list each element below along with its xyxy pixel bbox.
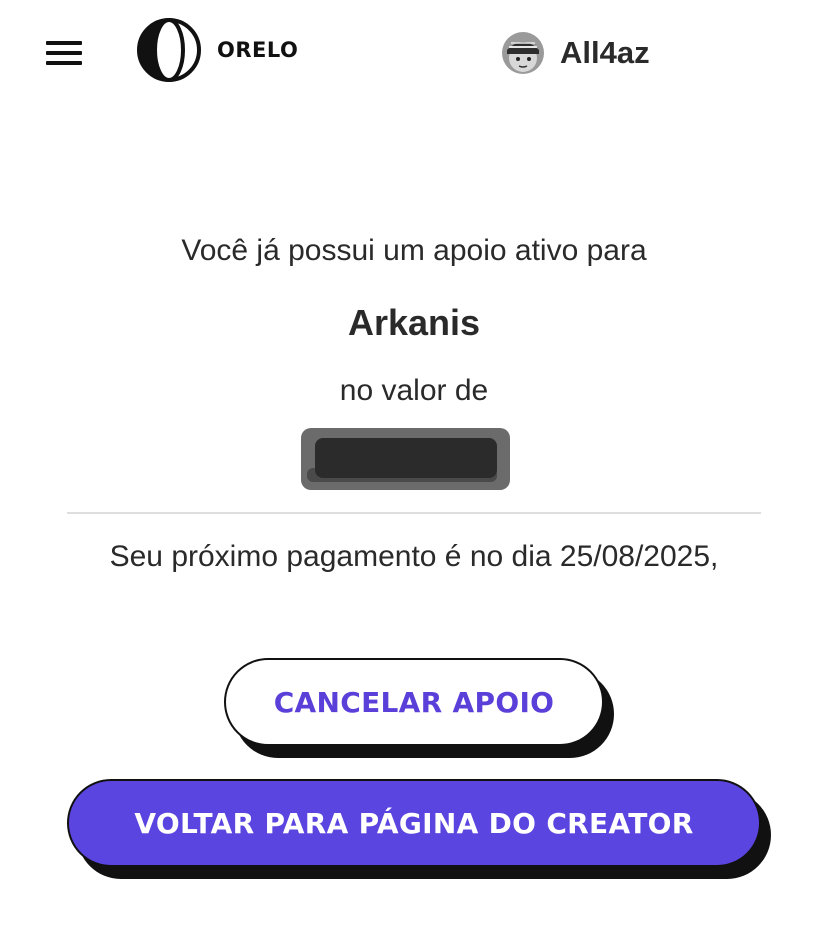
orelo-logo-icon <box>137 18 201 82</box>
user-profile[interactable]: All4az <box>502 30 650 76</box>
menu-bar <box>46 41 82 45</box>
cancel-support-button[interactable]: CANCELAR APOIO <box>224 658 604 746</box>
menu-bar <box>46 51 82 55</box>
creator-name: Arkanis <box>347 302 481 343</box>
cancel-support-wrapper: CANCELAR APOIO <box>224 658 616 760</box>
next-payment-text: Seu próximo pagamento é no dia 25/08/202… <box>109 540 719 573</box>
divider <box>67 512 761 514</box>
hamburger-menu-icon[interactable] <box>44 38 84 68</box>
back-to-creator-wrapper: VOLTAR PARA PÁGINA DO CREATOR <box>67 779 775 881</box>
logo-text: ORELO <box>217 38 299 62</box>
username: All4az <box>560 35 650 70</box>
redaction-mark <box>315 438 497 478</box>
value-label: no valor de <box>339 374 489 407</box>
menu-bar <box>46 61 82 65</box>
orelo-logo[interactable]: ORELO <box>135 18 298 82</box>
back-to-creator-button[interactable]: VOLTAR PARA PÁGINA DO CREATOR <box>67 779 761 867</box>
redacted-amount <box>301 428 510 490</box>
support-intro-text: Você já possui um apoio ativo para <box>181 234 647 267</box>
user-avatar <box>502 32 544 74</box>
